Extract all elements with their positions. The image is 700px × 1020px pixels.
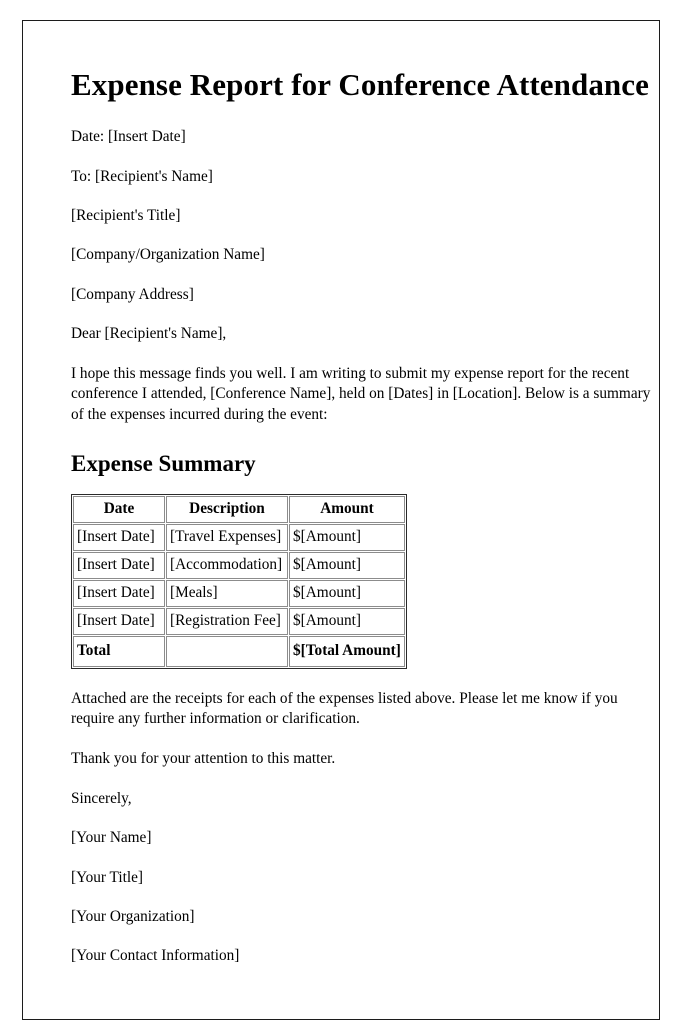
table-row: [Insert Date] [Accommodation] $[Amount] [73, 552, 405, 579]
page-title: Expense Report for Conference Attendance [71, 67, 649, 102]
cell-description: [Meals] [166, 579, 288, 607]
page-frame: Expense Report for Conference Attendance… [22, 20, 660, 1020]
thanks-paragraph: Thank you for your attention to this mat… [71, 749, 336, 767]
cell-date: [Insert Date] [73, 524, 165, 552]
cell-description: [Registration Fee] [166, 607, 288, 635]
date-line: Date: [Insert Date] [71, 128, 186, 146]
table-header-row: Date Description Amount [73, 496, 405, 524]
cell-amount: $[Amount] [289, 524, 405, 552]
table-row: [Insert Date] [Meals] $[Amount] [73, 579, 405, 607]
table-body: [Insert Date] [Travel Expenses] $[Amount… [73, 524, 405, 667]
signature-name: [Your Name] [71, 829, 152, 847]
cell-description: [Accommodation] [166, 552, 288, 579]
column-header-date: Date [73, 496, 165, 524]
cell-description: [Travel Expenses] [166, 524, 288, 552]
company-address-line: [Company Address] [71, 285, 194, 303]
table-row: [Insert Date] [Registration Fee] $[Amoun… [73, 607, 405, 635]
recipient-name-line: To: [Recipient's Name] [71, 167, 213, 185]
cell-amount: $[Amount] [289, 607, 405, 635]
cell-date: [Insert Date] [73, 552, 165, 579]
cell-total-label: Total [73, 635, 165, 667]
signature-org: [Your Organization] [71, 908, 195, 926]
cell-date: [Insert Date] [73, 579, 165, 607]
cell-amount: $[Amount] [289, 579, 405, 607]
table-header: Date Description Amount [73, 496, 405, 524]
recipient-title-line: [Recipient's Title] [71, 206, 181, 224]
intro-paragraph: I hope this message finds you well. I am… [71, 364, 651, 423]
signature-contact: [Your Contact Information] [71, 947, 240, 965]
receipts-paragraph: Attached are the receipts for each of th… [71, 689, 618, 727]
table-total-row: Total $[Total Amount] [73, 635, 405, 667]
salutation: Dear [Recipient's Name], [71, 325, 227, 343]
signature-title: [Your Title] [71, 868, 143, 886]
cell-amount: $[Amount] [289, 552, 405, 579]
cell-date: [Insert Date] [73, 607, 165, 635]
section-heading-expense-summary: Expense Summary [71, 450, 256, 476]
column-header-description: Description [166, 496, 288, 524]
cell-total-description [166, 635, 288, 667]
sign-off: Sincerely, [71, 789, 132, 807]
document-body: Expense Report for Conference Attendance… [71, 65, 657, 986]
expense-summary-table: Date Description Amount [Insert Date] [T… [71, 494, 407, 669]
table-row: [Insert Date] [Travel Expenses] $[Amount… [73, 524, 405, 552]
company-name-line: [Company/Organization Name] [71, 246, 265, 264]
cell-total-amount: $[Total Amount] [289, 635, 405, 667]
column-header-amount: Amount [289, 496, 405, 524]
